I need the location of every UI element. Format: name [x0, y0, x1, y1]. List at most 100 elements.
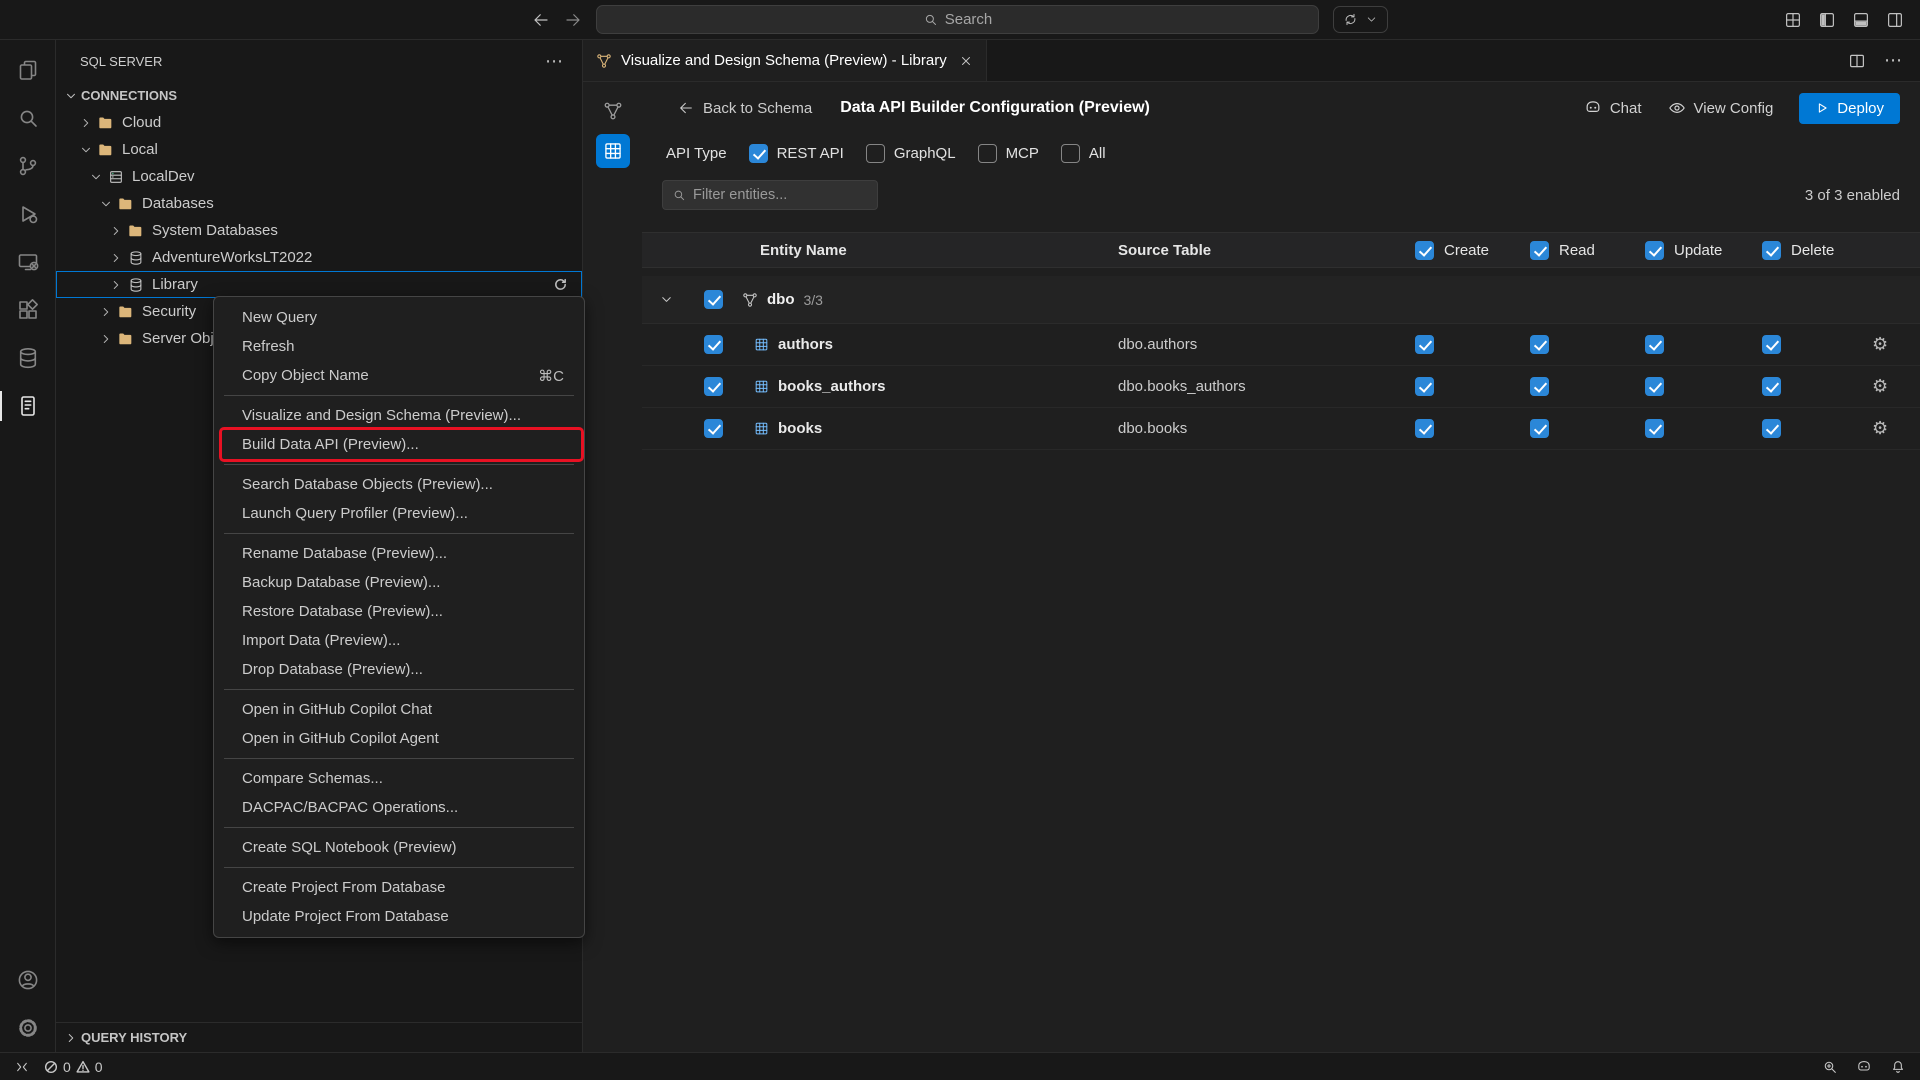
chevron-right-icon[interactable]: [96, 305, 115, 319]
problems-indicator[interactable]: 0 0: [44, 1059, 103, 1075]
checkbox-schema-dbo[interactable]: [704, 290, 723, 309]
tree-item-system-databases[interactable]: System Databases: [56, 217, 582, 244]
remote-indicator-icon[interactable]: [14, 1059, 30, 1075]
tree-item-databases[interactable]: Databases: [56, 190, 582, 217]
row-settings-gear-icon[interactable]: ⚙: [1872, 378, 1888, 396]
entity-row-books[interactable]: books dbo.books ⚙: [642, 408, 1920, 450]
toggle-secondary-sidebar-icon[interactable]: [1886, 11, 1904, 29]
checkbox-mcp[interactable]: [978, 144, 997, 163]
checkbox-update-all[interactable]: [1645, 241, 1664, 260]
menu-item-rename-database[interactable]: Rename Database (Preview)...: [214, 539, 584, 568]
row-settings-gear-icon[interactable]: ⚙: [1872, 336, 1888, 354]
checkbox-all[interactable]: [1061, 144, 1080, 163]
close-icon[interactable]: [959, 54, 973, 68]
checkbox-entity-enabled[interactable]: [704, 419, 723, 438]
checkbox-delete-all[interactable]: [1762, 241, 1781, 260]
checkbox-create[interactable]: [1415, 335, 1434, 354]
tree-item-local[interactable]: Local: [56, 136, 582, 163]
menu-item-update-project-from-database[interactable]: Update Project From Database: [214, 902, 584, 931]
chevron-down-icon[interactable]: [86, 170, 105, 184]
settings-gear-icon[interactable]: [0, 1004, 56, 1052]
chevron-down-icon[interactable]: [96, 197, 115, 211]
explorer-icon[interactable]: [0, 46, 56, 94]
chevron-right-icon[interactable]: [96, 332, 115, 346]
menu-item-copy-object-name[interactable]: Copy Object Name ⌘C: [214, 361, 584, 390]
menu-item-backup-database[interactable]: Backup Database (Preview)...: [214, 568, 584, 597]
tree-item-localdev[interactable]: LocalDev: [56, 163, 582, 190]
checkbox-update[interactable]: [1645, 335, 1664, 354]
menu-item-visualize-design-schema[interactable]: Visualize and Design Schema (Preview)...: [214, 401, 584, 430]
account-icon[interactable]: [0, 956, 56, 1004]
checkbox-read-all[interactable]: [1530, 241, 1549, 260]
toggle-panel-icon[interactable]: [1852, 11, 1870, 29]
chevron-right-icon[interactable]: [106, 278, 125, 292]
connections-section-header[interactable]: CONNECTIONS: [56, 82, 582, 109]
chat-button[interactable]: Chat: [1584, 99, 1642, 117]
menu-item-drop-database[interactable]: Drop Database (Preview)...: [214, 655, 584, 684]
menu-item-launch-query-profiler[interactable]: Launch Query Profiler (Preview)...: [214, 499, 584, 528]
checkbox-create[interactable]: [1415, 419, 1434, 438]
chevron-right-icon[interactable]: [76, 116, 95, 130]
chevron-right-icon[interactable]: [106, 224, 125, 238]
customize-layout-icon[interactable]: [1784, 11, 1802, 29]
menu-item-open-copilot-chat[interactable]: Open in GitHub Copilot Chat: [214, 695, 584, 724]
source-control-icon[interactable]: [0, 142, 56, 190]
command-center-search[interactable]: Search: [596, 5, 1319, 34]
refresh-icon[interactable]: [553, 277, 568, 292]
schema-group-row[interactable]: dbo 3/3: [642, 276, 1920, 324]
api-option-graphql[interactable]: GraphQL: [866, 144, 956, 163]
toggle-primary-sidebar-icon[interactable]: [1818, 11, 1836, 29]
checkbox-create-all[interactable]: [1415, 241, 1434, 260]
menu-item-refresh[interactable]: Refresh: [214, 332, 584, 361]
back-to-schema-button[interactable]: Back to Schema: [678, 100, 812, 117]
checkbox-create[interactable]: [1415, 377, 1434, 396]
editor-more-actions-icon[interactable]: ⋯: [1884, 50, 1902, 71]
notifications-bell-icon[interactable]: [1890, 1059, 1906, 1075]
split-editor-icon[interactable]: [1848, 52, 1866, 70]
checkbox-read[interactable]: [1530, 419, 1549, 438]
tab-visualize-design-schema[interactable]: Visualize and Design Schema (Preview) - …: [583, 40, 987, 81]
sidebar-more-actions-icon[interactable]: ⋯: [545, 51, 564, 72]
copilot-menu-button[interactable]: [1333, 6, 1388, 33]
view-config-button[interactable]: View Config: [1668, 99, 1774, 117]
deploy-button[interactable]: Deploy: [1799, 93, 1900, 124]
database-projects-icon[interactable]: [0, 334, 56, 382]
search-sidebar-icon[interactable]: [0, 94, 56, 142]
tree-item-cloud[interactable]: Cloud: [56, 109, 582, 136]
checkbox-graphql[interactable]: [866, 144, 885, 163]
zoom-icon[interactable]: [1822, 1059, 1838, 1075]
run-debug-icon[interactable]: [0, 190, 56, 238]
menu-item-create-project-from-database[interactable]: Create Project From Database: [214, 873, 584, 902]
chevron-down-icon[interactable]: [659, 292, 674, 307]
menu-item-create-sql-notebook[interactable]: Create SQL Notebook (Preview): [214, 833, 584, 862]
entity-row-authors[interactable]: authors dbo.authors ⚙: [642, 324, 1920, 366]
menu-item-build-data-api[interactable]: Build Data API (Preview)...: [214, 430, 584, 459]
checkbox-delete[interactable]: [1762, 419, 1781, 438]
sql-server-extension-icon[interactable]: [0, 382, 56, 430]
filter-entities-input-wrap[interactable]: [662, 180, 878, 210]
menu-item-search-database-objects[interactable]: Search Database Objects (Preview)...: [214, 470, 584, 499]
menu-item-restore-database[interactable]: Restore Database (Preview)...: [214, 597, 584, 626]
checkbox-update[interactable]: [1645, 377, 1664, 396]
menu-item-compare-schemas[interactable]: Compare Schemas...: [214, 764, 584, 793]
schema-diagram-view-icon[interactable]: [596, 94, 630, 128]
api-option-rest[interactable]: REST API: [749, 144, 844, 163]
checkbox-rest-api[interactable]: [749, 144, 768, 163]
remote-explorer-icon[interactable]: [0, 238, 56, 286]
menu-item-dacpac-bacpac[interactable]: DACPAC/BACPAC Operations...: [214, 793, 584, 822]
data-api-builder-view-icon[interactable]: [596, 134, 630, 168]
entity-row-books-authors[interactable]: books_authors dbo.books_authors ⚙: [642, 366, 1920, 408]
api-option-all[interactable]: All: [1061, 144, 1106, 163]
checkbox-read[interactable]: [1530, 377, 1549, 396]
copilot-status-icon[interactable]: [1856, 1059, 1872, 1075]
query-history-section-header[interactable]: QUERY HISTORY: [56, 1022, 582, 1052]
checkbox-delete[interactable]: [1762, 377, 1781, 396]
chevron-right-icon[interactable]: [106, 251, 125, 265]
menu-item-open-copilot-agent[interactable]: Open in GitHub Copilot Agent: [214, 724, 584, 753]
checkbox-entity-enabled[interactable]: [704, 377, 723, 396]
chevron-down-icon[interactable]: [76, 143, 95, 157]
tree-item-adventureworks[interactable]: AdventureWorksLT2022: [56, 244, 582, 271]
filter-entities-input[interactable]: [693, 187, 868, 203]
menu-item-import-data[interactable]: Import Data (Preview)...: [214, 626, 584, 655]
navigate-back-icon[interactable]: [532, 11, 550, 29]
